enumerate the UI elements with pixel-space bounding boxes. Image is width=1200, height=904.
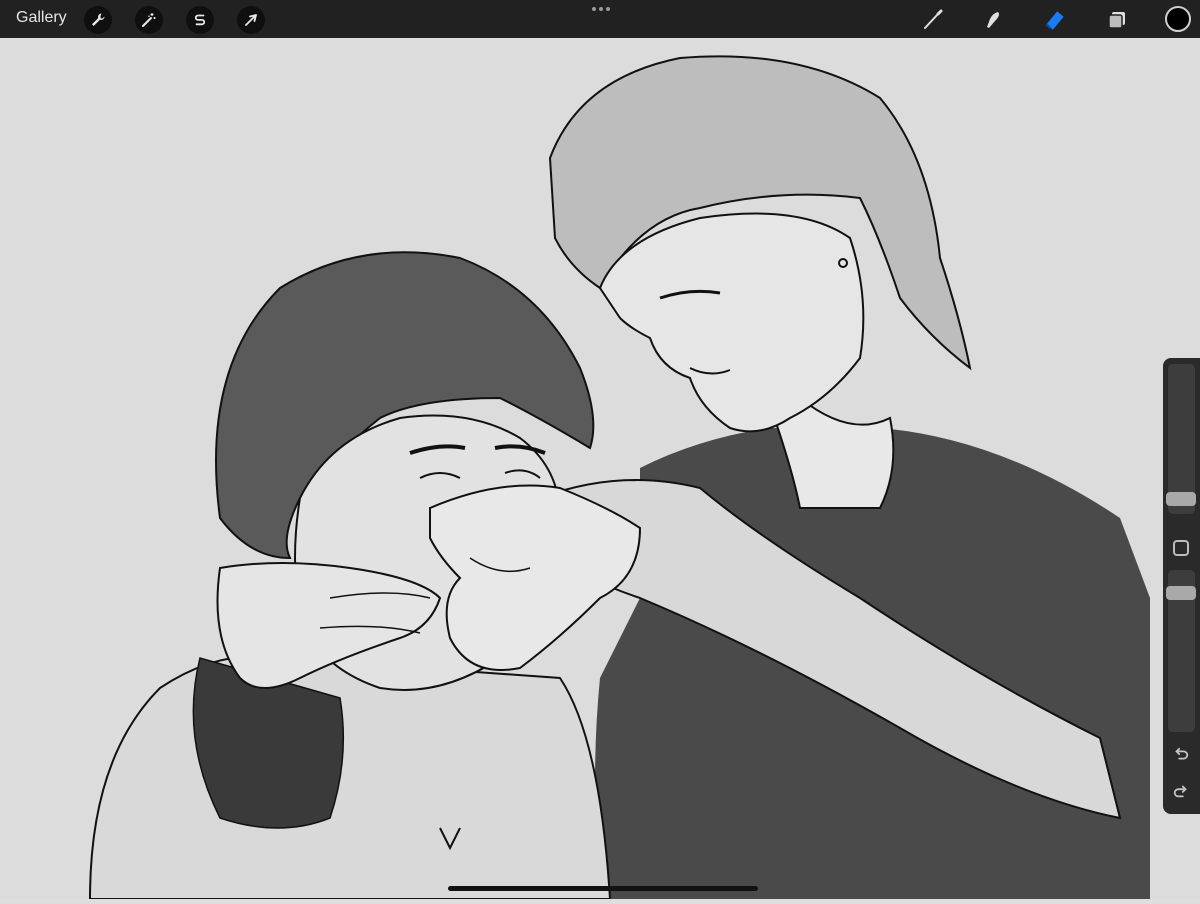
- magic-wand-icon[interactable]: [135, 6, 163, 34]
- smudge-icon[interactable]: [978, 5, 1008, 35]
- home-indicator[interactable]: [448, 886, 758, 891]
- brush-sidebar: [1163, 358, 1200, 814]
- brush-icon[interactable]: [918, 5, 948, 35]
- layers-icon[interactable]: [1102, 5, 1132, 35]
- opacity-slider-thumb[interactable]: [1166, 586, 1196, 600]
- undo-icon[interactable]: [1170, 744, 1192, 766]
- opacity-slider[interactable]: [1166, 570, 1196, 732]
- top-toolbar: Gallery: [0, 0, 1200, 38]
- brush-size-slider-thumb[interactable]: [1166, 492, 1196, 506]
- wrench-icon[interactable]: [84, 6, 112, 34]
- sketch-artwork: [88, 55, 1150, 900]
- modify-square-icon[interactable]: [1173, 540, 1189, 556]
- more-options-icon[interactable]: [590, 4, 612, 14]
- gallery-button[interactable]: Gallery: [16, 9, 67, 27]
- drawing-canvas[interactable]: [0, 38, 1200, 900]
- redo-icon[interactable]: [1170, 780, 1192, 802]
- selection-s-icon[interactable]: [186, 6, 214, 34]
- brush-size-slider[interactable]: [1166, 364, 1196, 514]
- transform-arrow-icon[interactable]: [237, 6, 265, 34]
- eraser-icon[interactable]: [1040, 5, 1070, 35]
- color-picker-swatch[interactable]: [1165, 6, 1191, 32]
